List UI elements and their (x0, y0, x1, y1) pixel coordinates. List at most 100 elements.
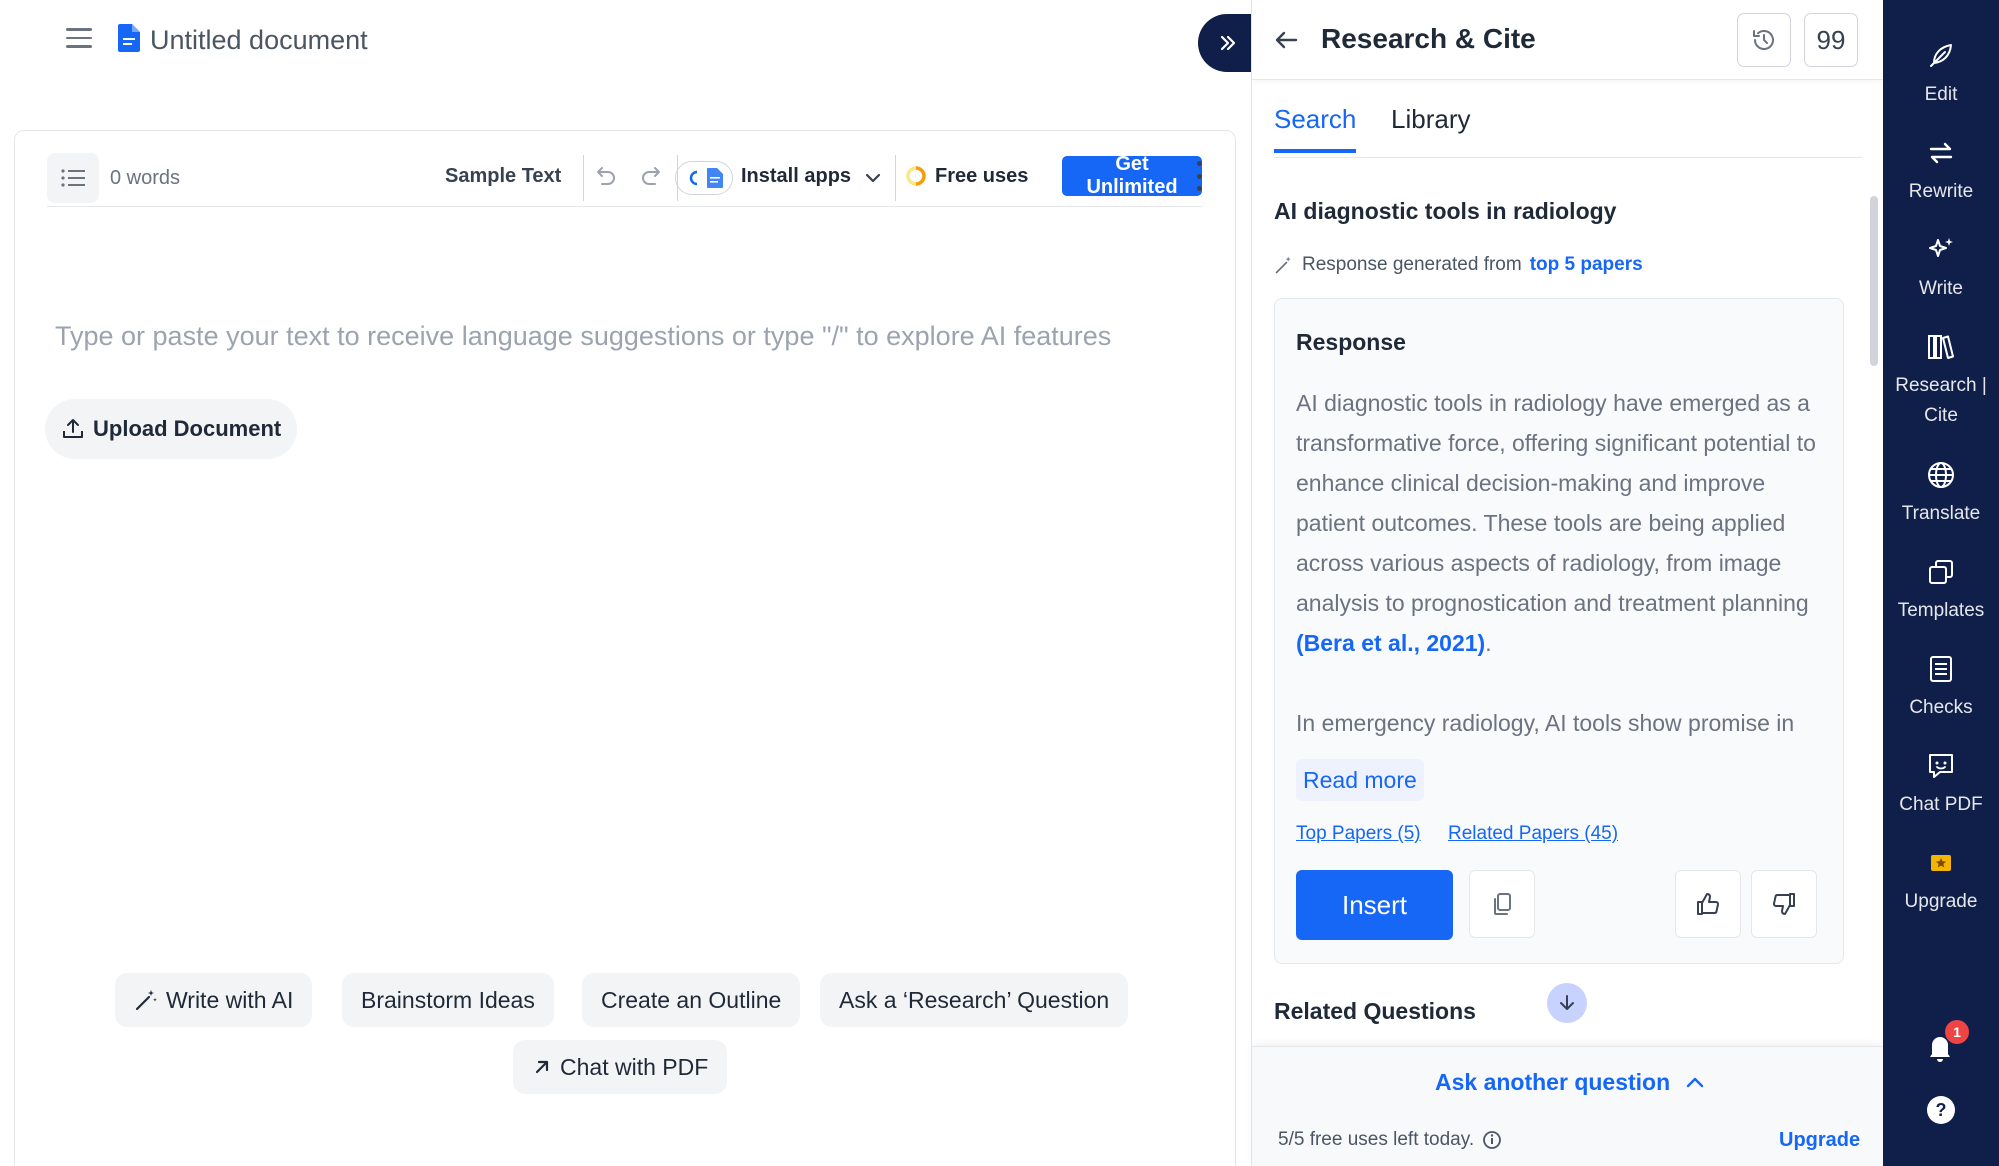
outline-toggle-button[interactable] (47, 153, 99, 203)
copy-button[interactable] (1469, 870, 1535, 938)
apps-badge[interactable] (675, 161, 733, 195)
rail-item-chat-pdf[interactable]: Chat PDF (1883, 750, 1999, 820)
rail-item-checks[interactable]: Checks (1883, 653, 1999, 723)
free-uses-label: Free uses (935, 165, 1029, 187)
rail-item-research-cite[interactable]: Research | Cite (1883, 331, 1999, 431)
rail-label: Translate (1901, 503, 1981, 524)
usage-progress-icon (906, 166, 926, 186)
brainstorm-ideas-chip[interactable]: Brainstorm Ideas (342, 973, 554, 1027)
globe-icon (1928, 462, 1954, 488)
top-papers-link[interactable]: Top Papers (5) (1296, 823, 1421, 845)
history-button[interactable] (1737, 13, 1791, 67)
rail-label: Research | Cite (1895, 375, 1987, 426)
document-icon (118, 24, 140, 52)
rail-item-translate[interactable]: Translate (1883, 459, 1999, 529)
get-unlimited-button[interactable]: Get Unlimited (1062, 153, 1202, 198)
rail-item-upgrade[interactable]: Upgrade (1883, 847, 1999, 917)
free-uses-left: 5/5 free uses left today. (1278, 1129, 1502, 1151)
tool-rail: Edit Rewrite Write Research | Cite Trans… (1883, 0, 1999, 1166)
thumbs-up-icon (1697, 893, 1719, 915)
ask-research-question-chip[interactable]: Ask a ‘Research’ Question (820, 973, 1129, 1027)
toolbar-divider (583, 155, 584, 201)
sample-text-button[interactable]: Sample Text (445, 165, 561, 188)
double-chevron-right-icon (1220, 35, 1236, 51)
response-card: Response AI diagnostic tools in radiolog… (1274, 298, 1844, 964)
insert-button[interactable]: Insert (1296, 870, 1453, 940)
rail-label: Edit (1924, 84, 1958, 105)
panel-tabs: Search Library (1274, 96, 1862, 158)
response-paragraph: In emergency radiology, AI tools show pr… (1296, 710, 1795, 736)
thumbs-up-button[interactable] (1675, 870, 1741, 938)
redo-icon[interactable] (638, 163, 666, 191)
rail-label: Rewrite (1908, 181, 1974, 202)
free-uses-left-label: 5/5 free uses left today. (1278, 1129, 1475, 1150)
rail-label: Templates (1897, 600, 1985, 621)
upload-document-label: Upload Document (93, 416, 282, 441)
notification-badge: 1 (1945, 1020, 1969, 1044)
help-icon[interactable]: ? (1927, 1096, 1955, 1124)
response-paragraph: AI diagnostic tools in radiology have em… (1296, 383, 1831, 663)
chat-with-pdf-label: Chat with PDF (560, 1053, 709, 1080)
menu-icon[interactable] (66, 28, 92, 52)
write-with-ai-chip[interactable]: Write with AI (115, 973, 313, 1027)
back-arrow-icon[interactable] (1272, 26, 1300, 54)
arrow-down-icon (1560, 995, 1574, 1010)
books-icon (1928, 335, 1954, 359)
toolbar-divider (895, 155, 896, 201)
search-query: AI diagnostic tools in radiology (1274, 198, 1617, 224)
citation-link[interactable]: (Bera et al., 2021) (1296, 630, 1485, 656)
rail-item-write[interactable]: Write (1883, 234, 1999, 304)
panel-title: Research & Cite (1321, 23, 1536, 54)
create-outline-chip[interactable]: Create an Outline (582, 973, 801, 1027)
response-text: AI diagnostic tools in radiology have em… (1296, 390, 1816, 616)
google-docs-icon (707, 168, 723, 188)
response-heading: Response (1296, 329, 1406, 355)
tab-search[interactable]: Search (1274, 104, 1357, 153)
collapse-panel-button[interactable] (1198, 14, 1258, 72)
upload-document-button[interactable]: Upload Document (45, 399, 298, 459)
rail-item-templates[interactable]: Templates (1883, 556, 1999, 626)
top-bar: Untitled document (0, 0, 1258, 80)
ask-another-question-button[interactable]: Ask another question (1435, 1069, 1706, 1096)
install-apps-button[interactable]: Install apps (741, 165, 851, 188)
panel-scrollbar-thumb[interactable] (1870, 196, 1878, 366)
related-papers-link[interactable]: Related Papers (45) (1448, 823, 1618, 845)
swap-arrows-icon (1929, 142, 1953, 164)
rail-label: Write (1919, 278, 1963, 299)
info-icon[interactable] (1482, 1130, 1502, 1150)
upgrade-link[interactable]: Upgrade (1779, 1129, 1860, 1152)
ask-another-question-label: Ask another question (1435, 1069, 1671, 1095)
rail-item-rewrite[interactable]: Rewrite (1883, 137, 1999, 207)
rail-item-edit[interactable]: Edit (1883, 40, 1999, 110)
research-panel: Research & Cite 99 Search Library AI dia… (1251, 0, 1884, 1166)
editor-card: 0 words Sample Text Install apps Free us… (14, 130, 1236, 1166)
thumbs-down-button[interactable] (1751, 870, 1817, 938)
editor-placeholder[interactable]: Type or paste your text to receive langu… (55, 321, 1111, 352)
chat-with-pdf-chip[interactable]: Chat with PDF (513, 1040, 728, 1094)
word-count: 0 words (110, 167, 181, 189)
sparkles-icon (1929, 238, 1953, 257)
panel-footer: Ask another question 5/5 free uses left … (1252, 1046, 1884, 1166)
copy-icon (1494, 893, 1511, 915)
rail-label: Upgrade (1904, 891, 1978, 912)
checklist-icon (1930, 656, 1952, 682)
chevron-up-icon (1686, 1077, 1704, 1087)
undo-icon[interactable] (591, 163, 619, 191)
templates-icon (1929, 560, 1953, 584)
history-icon (1753, 30, 1774, 50)
magic-wand-icon (1275, 256, 1291, 274)
more-options-icon[interactable] (1195, 161, 1203, 191)
tab-library[interactable]: Library (1391, 104, 1470, 149)
upload-icon (63, 419, 83, 438)
scroll-down-button[interactable] (1547, 983, 1587, 1023)
citation-style-button[interactable]: 99 (1804, 13, 1858, 67)
panel-header: Research & Cite 99 (1252, 0, 1884, 80)
top-papers-link[interactable]: top 5 papers (1530, 254, 1643, 276)
chevron-down-icon[interactable] (862, 167, 884, 189)
document-title[interactable]: Untitled document (150, 25, 368, 56)
editor-toolbar: 0 words Sample Text Install apps Free us… (47, 153, 1202, 207)
magic-wand-icon (135, 990, 157, 1011)
rail-label: Chat PDF (1899, 794, 1983, 815)
list-icon (61, 169, 85, 187)
read-more-button[interactable]: Read more (1296, 759, 1424, 801)
